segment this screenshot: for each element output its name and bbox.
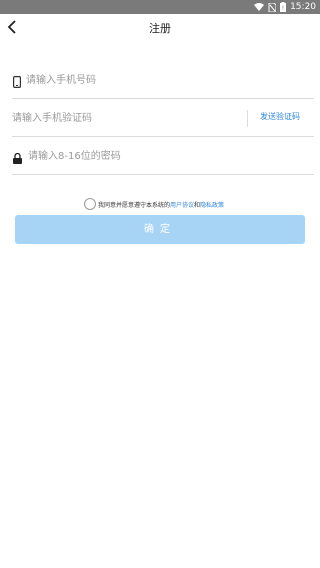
page-title: 注册: [149, 22, 171, 35]
phone-icon: [12, 75, 22, 89]
user-agreement-link[interactable]: 用户协议: [170, 200, 194, 209]
status-time: 15:20: [290, 2, 316, 12]
password-input[interactable]: [28, 137, 308, 175]
status-bar: ! 15:20: [0, 0, 320, 14]
agreement-row: 我同意并愿意遵守本系统的 用户协议 和 隐私政策: [84, 197, 224, 211]
status-bar-right: ! 15:20: [254, 0, 316, 14]
verification-code-input[interactable]: [12, 99, 238, 137]
phone-input[interactable]: [26, 61, 306, 99]
nav-bar: 注册: [0, 14, 320, 42]
wifi-icon: [254, 3, 265, 11]
svg-text:!: !: [282, 5, 284, 12]
code-field: 发送验证码: [12, 99, 314, 137]
send-code-button[interactable]: 发送验证码: [260, 111, 300, 122]
phone-field: [12, 61, 314, 99]
agreement-checkbox[interactable]: [84, 198, 96, 210]
confirm-button[interactable]: 确定: [15, 215, 305, 244]
lock-icon: [12, 151, 22, 165]
field-divider: [247, 110, 248, 127]
privacy-policy-link[interactable]: 隐私政策: [200, 200, 224, 209]
agreement-text: 我同意并愿意遵守本系统的: [98, 201, 171, 209]
no-sim-icon: [268, 2, 277, 12]
battery-icon: !: [280, 2, 287, 12]
password-field: [12, 137, 314, 175]
